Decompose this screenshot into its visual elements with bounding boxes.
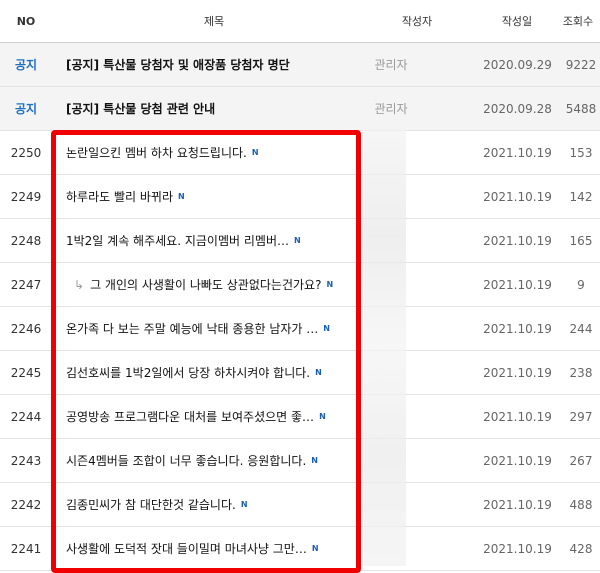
post-number: 2243 [10, 453, 42, 468]
post-views: 297 [569, 409, 593, 424]
post-views: 165 [569, 233, 593, 248]
post-date: 2021.10.19 [483, 497, 552, 512]
post-title-cell: 논란일으킨 멤버 하차 요청드립니다. N [66, 131, 362, 174]
post-title-link[interactable]: 논란일으킨 멤버 하차 요청드립니다. [66, 144, 247, 161]
reply-arrow-icon: ↳ [74, 277, 85, 292]
post-row[interactable]: 2247 ↳ 그 개인의 사생활이 나빠도 상관없다는건가요? N 2021.1… [0, 263, 600, 307]
new-badge-icon: N [251, 148, 259, 157]
post-number: 2245 [10, 365, 42, 380]
notice-row[interactable]: 공지 [공지] 특산물 당첨 관련 안내 관리자 2020.09.28 5488 [0, 87, 600, 131]
post-views: 267 [569, 453, 593, 468]
post-views: 244 [569, 321, 593, 336]
post-title-cell: 1박2일 계속 해주세요. 지금이멤버 리멤버… N [66, 219, 362, 262]
post-views: 428 [569, 541, 593, 556]
new-badge-icon: N [315, 368, 322, 377]
post-title-link[interactable]: 사생활에 도덕적 잣대 들이밀며 마녀사냥 그만… [66, 540, 307, 557]
new-badge-icon: N [311, 456, 318, 465]
post-title-cell: 공영방송 프로그램다운 대처를 보여주셨으면 좋… N [66, 395, 362, 438]
post-title-cell: ↳ 그 개인의 사생활이 나빠도 상관없다는건가요? N [66, 263, 362, 306]
notice-title-link[interactable]: [공지] 특산물 당첨자 및 애장품 당첨자 명단 [66, 43, 362, 86]
post-number: 2248 [10, 233, 42, 248]
new-badge-icon: N [311, 544, 319, 553]
post-title-cell: 사생활에 도덕적 잣대 들이밀며 마녀사냥 그만… N [66, 527, 362, 570]
post-number: 2247 [10, 277, 42, 292]
post-number: 2241 [10, 541, 42, 556]
post-number: 2246 [10, 321, 42, 336]
notice-row[interactable]: 공지 [공지] 특산물 당첨자 및 애장품 당첨자 명단 관리자 2020.09… [0, 43, 600, 87]
post-title-link[interactable]: 김선호씨를 1박2일에서 당장 하차시켜야 합니다. [66, 364, 310, 381]
notice-views: 9222 [565, 57, 597, 72]
notice-date: 2020.09.28 [483, 101, 552, 116]
post-row[interactable]: 2248 1박2일 계속 해주세요. 지금이멤버 리멤버… N 2021.10.… [0, 219, 600, 263]
post-date: 2021.10.19 [483, 453, 552, 468]
post-row[interactable]: 2241 사생활에 도덕적 잣대 들이밀며 마녀사냥 그만… N 2021.10… [0, 527, 600, 571]
post-date: 2021.10.19 [483, 541, 552, 556]
notice-author: 관리자 [374, 102, 408, 116]
notice-title-link[interactable]: [공지] 특산물 당첨 관련 안내 [66, 87, 362, 130]
post-title-link[interactable]: 온가족 다 보는 주말 예능에 낙태 종용한 남자가 … [66, 320, 318, 337]
post-title-link[interactable]: 김종민씨가 참 대단한것 같습니다. [66, 496, 236, 513]
new-badge-icon: N [319, 412, 326, 421]
notice-views: 5488 [565, 101, 597, 116]
post-date: 2021.10.19 [483, 365, 552, 380]
header-no: NO [16, 14, 36, 28]
post-row[interactable]: 2244 공영방송 프로그램다운 대처를 보여주셨으면 좋… N 2021.10… [0, 395, 600, 439]
post-title-link[interactable]: 시즌4멤버들 조합이 너무 좋습니다. 응원합니다. [66, 452, 306, 469]
post-title-cell: 온가족 다 보는 주말 예능에 낙태 종용한 남자가 … N [66, 307, 362, 350]
post-views: 142 [569, 189, 593, 204]
post-row[interactable]: 2249 하루라도 빨리 바뀌라 N 2021.10.19 142 [0, 175, 600, 219]
post-title-cell: 김선호씨를 1박2일에서 당장 하차시켜야 합니다. N [66, 351, 362, 394]
post-number: 2249 [10, 189, 42, 204]
post-number: 2242 [10, 497, 42, 512]
header-author: 작성자 [401, 15, 433, 28]
post-date: 2021.10.19 [483, 145, 552, 160]
header-date: 작성일 [501, 15, 533, 28]
notice-label: 공지 [14, 102, 38, 116]
blurred-author-column [362, 128, 406, 566]
post-date: 2021.10.19 [483, 321, 552, 336]
post-row[interactable]: 2250 논란일으킨 멤버 하차 요청드립니다. N 2021.10.19 15… [0, 131, 600, 175]
post-number: 2244 [10, 409, 42, 424]
post-views: 488 [569, 497, 593, 512]
post-date: 2021.10.19 [483, 233, 552, 248]
post-date: 2021.10.19 [483, 189, 552, 204]
post-views: 9 [577, 277, 585, 292]
post-row[interactable]: 2246 온가족 다 보는 주말 예능에 낙태 종용한 남자가 … N 2021… [0, 307, 600, 351]
post-views: 238 [569, 365, 593, 380]
notice-date: 2020.09.29 [483, 57, 552, 72]
new-badge-icon: N [326, 280, 333, 289]
post-title-link[interactable]: 공영방송 프로그램다운 대처를 보여주셨으면 좋… [66, 408, 314, 425]
notice-author: 관리자 [374, 58, 408, 72]
post-title-link[interactable]: 그 개인의 사생활이 나빠도 상관없다는건가요? [90, 276, 321, 293]
new-badge-icon: N [178, 192, 185, 201]
new-badge-icon: N [293, 236, 301, 245]
post-row[interactable]: 2243 시즌4멤버들 조합이 너무 좋습니다. 응원합니다. N 2021.1… [0, 439, 600, 483]
post-views: 153 [569, 145, 593, 160]
post-date: 2021.10.19 [483, 409, 552, 424]
post-title-link[interactable]: 하루라도 빨리 바뀌라 [66, 188, 173, 205]
header-title: 제목 [203, 15, 225, 28]
table-header: NO 제목 작성자 작성일 조회수 [0, 0, 600, 43]
new-badge-icon: N [240, 500, 248, 509]
post-row[interactable]: 2242 김종민씨가 참 대단한것 같습니다. N 2021.10.19 488 [0, 483, 600, 527]
board-table: NO 제목 작성자 작성일 조회수 공지 [공지] 특산물 당첨자 및 애장품 … [0, 0, 600, 573]
post-row[interactable]: 2245 김선호씨를 1박2일에서 당장 하차시켜야 합니다. N 2021.1… [0, 351, 600, 395]
notice-label: 공지 [14, 58, 38, 72]
post-title-link[interactable]: 1박2일 계속 해주세요. 지금이멤버 리멤버… [66, 232, 289, 249]
new-badge-icon: N [323, 324, 330, 333]
post-title-cell: 김종민씨가 참 대단한것 같습니다. N [66, 483, 362, 526]
post-title-cell: 하루라도 빨리 바뀌라 N [66, 175, 362, 218]
header-views: 조회수 [562, 15, 594, 28]
post-date: 2021.10.19 [483, 277, 552, 292]
post-title-cell: 시즌4멤버들 조합이 너무 좋습니다. 응원합니다. N [66, 439, 362, 482]
post-number: 2250 [10, 145, 42, 160]
